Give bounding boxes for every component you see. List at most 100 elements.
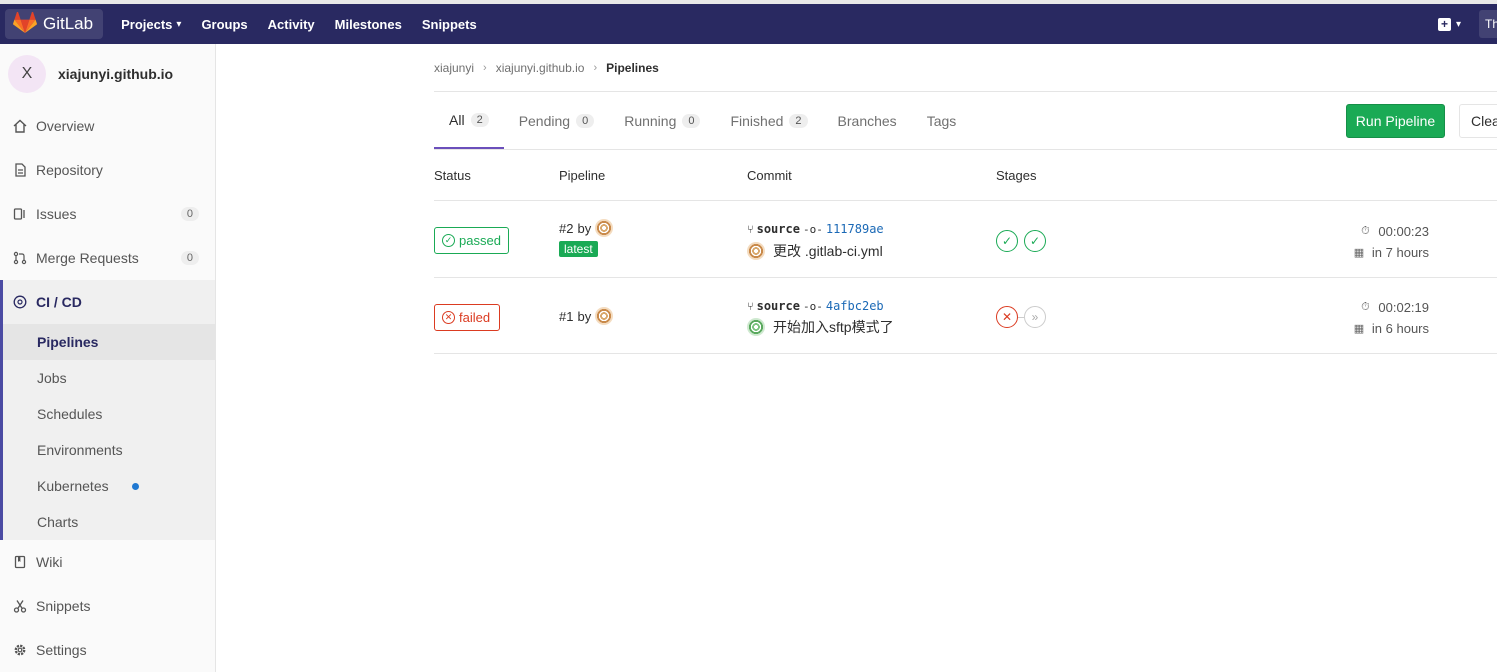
chevron-down-icon: ▾ (1455, 18, 1461, 30)
user-menu[interactable]: Th (1479, 10, 1497, 38)
column-header-commit: Commit (747, 168, 792, 183)
merge-request-icon (12, 250, 28, 266)
pipeline-finished-time: in 7 hours (1371, 245, 1429, 260)
stage-skipped-icon[interactable]: » (1024, 306, 1046, 328)
tab-count-badge: 2 (789, 113, 808, 128)
stage-failed-icon[interactable]: ✕ (996, 306, 1018, 328)
gitlab-home-link[interactable]: GitLab (5, 9, 104, 39)
sidebar-item-snippets[interactable]: Snippets (0, 584, 215, 628)
calendar-icon: ▦ (1353, 323, 1365, 335)
sidebar-subitem-environments[interactable]: Environments (3, 432, 215, 468)
sidebar-item-wiki[interactable]: Wiki (0, 540, 215, 584)
commit-sha-link[interactable]: 4afbc2eb (826, 299, 884, 313)
column-header-stages: Stages (996, 168, 1037, 183)
cicd-section: CI / CD Pipelines Jobs Schedules Environ… (0, 280, 215, 540)
breadcrumb: xiajunyi › xiajunyi.github.io › Pipeline… (434, 44, 1497, 92)
commit-sha-link[interactable]: 111789ae (826, 222, 884, 236)
tab-label: Finished (730, 112, 784, 129)
tab-tags[interactable]: Tags (912, 92, 972, 149)
stage-passed-icon[interactable]: ✓ (996, 230, 1018, 252)
tab-label: Branches (837, 112, 897, 129)
pipeline-duration: 00:02:19 (1378, 300, 1429, 315)
sidebar-subitem-schedules[interactable]: Schedules (3, 396, 215, 432)
pipeline-timing: ⏱ 00:02:19 ▦ in 6 hours (1353, 297, 1429, 339)
plus-square-icon: + (1437, 17, 1451, 31)
sidebar-subitem-jobs[interactable]: Jobs (3, 360, 215, 396)
commit-icon: -o- (802, 299, 823, 313)
merge-requests-count-badge: 0 (180, 251, 199, 265)
pipeline-finished-time: in 6 hours (1371, 321, 1429, 336)
document-icon (12, 162, 28, 178)
table-header: Status Pipeline Commit Stages (434, 150, 1497, 201)
chevron-right-icon: › (593, 61, 598, 74)
new-feature-dot (131, 482, 139, 490)
sidebar-subitem-kubernetes[interactable]: Kubernetes (3, 468, 215, 504)
sidebar-item-settings[interactable]: Settings (0, 628, 215, 672)
branch-link[interactable]: source (757, 222, 800, 236)
tab-count-badge: 0 (576, 113, 595, 128)
stages-graph: ✓ ✓ (996, 230, 1046, 252)
sidebar-item-label: Issues (36, 206, 77, 222)
pipeline-id-link[interactable]: #2 (559, 221, 573, 236)
nav-projects-label: Projects (121, 16, 173, 32)
commit-title: 开始加入sftp模式了 (747, 317, 894, 337)
user-avatar[interactable] (595, 307, 614, 325)
sidebar-item-merge-requests[interactable]: Merge Requests 0 (0, 236, 215, 280)
book-icon (12, 554, 28, 570)
sidebar-item-overview[interactable]: Overview (0, 104, 215, 148)
pipeline-info: #2 by (559, 219, 614, 237)
sidebar-subitem-pipelines[interactable]: Pipelines (3, 324, 215, 360)
breadcrumb-project[interactable]: xiajunyi.github.io (496, 61, 585, 75)
commit-icon: -o- (802, 222, 823, 236)
brand-name: GitLab (43, 14, 94, 33)
user-avatar[interactable] (595, 219, 614, 237)
commit-message-link[interactable]: 开始加入sftp模式了 (773, 317, 894, 337)
commit-message-link[interactable]: 更改 .gitlab-ci.yml (773, 241, 883, 261)
tab-label: Running (624, 112, 677, 129)
x-circle-icon: ✕ (442, 311, 455, 324)
commit-author-avatar[interactable] (747, 318, 765, 336)
sidebar-subitem-charts[interactable]: Charts (3, 504, 215, 540)
commit-author-avatar[interactable] (747, 242, 765, 260)
stage-passed-icon[interactable]: ✓ (1024, 230, 1046, 252)
nav-groups[interactable]: Groups (191, 17, 257, 32)
status-badge-failed[interactable]: ✕ failed (434, 304, 500, 331)
sidebar-item-issues[interactable]: Issues 0 (0, 192, 215, 236)
tab-count-badge: 0 (682, 113, 701, 128)
new-dropdown-button[interactable]: + ▾ (1437, 17, 1461, 31)
pipeline-tabs: All 2 Pending 0 Running 0 Finished 2 Bra… (434, 92, 1497, 150)
status-label: passed (459, 233, 501, 248)
pipeline-duration: 00:00:23 (1378, 224, 1429, 239)
nav-activity[interactable]: Activity (258, 17, 325, 32)
tab-all[interactable]: All 2 (434, 92, 504, 149)
breadcrumb-current[interactable]: Pipelines (606, 61, 659, 75)
gear-icon (12, 642, 28, 658)
pipeline-id-link[interactable]: #1 (559, 309, 573, 324)
tab-running[interactable]: Running 0 (609, 92, 715, 149)
branch-link[interactable]: source (757, 299, 800, 313)
sidebar-item-label: Overview (36, 118, 95, 134)
nav-projects[interactable]: Projects ▾ (111, 17, 191, 32)
nav-snippets[interactable]: Snippets (412, 17, 487, 32)
tab-finished[interactable]: Finished 2 (715, 92, 822, 149)
issues-count-badge: 0 (180, 207, 199, 221)
tab-branches[interactable]: Branches (823, 92, 912, 149)
sidebar-item-repository[interactable]: Repository (0, 148, 215, 192)
commit-ref: ⑂ source -o- 4afbc2eb (747, 299, 884, 313)
sidebar-item-cicd[interactable]: CI / CD (3, 280, 215, 324)
scissors-icon (12, 598, 28, 614)
project-avatar: X (8, 55, 46, 93)
status-badge-passed[interactable]: ✓ passed (434, 227, 509, 254)
project-sidebar: X xiajunyi.github.io Overview Repository… (0, 44, 216, 672)
main-content: xiajunyi › xiajunyi.github.io › Pipeline… (434, 44, 1497, 672)
sidebar-item-label: Wiki (36, 554, 63, 570)
nav-milestones[interactable]: Milestones (325, 17, 412, 32)
timer-icon: ⏱ (1361, 301, 1370, 313)
breadcrumb-namespace[interactable]: xiajunyi (434, 61, 474, 75)
run-pipeline-button[interactable]: Run Pipeline (1346, 104, 1445, 138)
table-row: ✕ failed #1 by ⑂ source -o- 4afbc2eb 开始加… (434, 278, 1497, 354)
project-header[interactable]: X xiajunyi.github.io (0, 44, 215, 104)
clear-runner-caches-button[interactable]: Clear (1459, 104, 1497, 138)
tab-pending[interactable]: Pending 0 (504, 92, 610, 149)
sidebar-item-label: CI / CD (36, 294, 82, 310)
